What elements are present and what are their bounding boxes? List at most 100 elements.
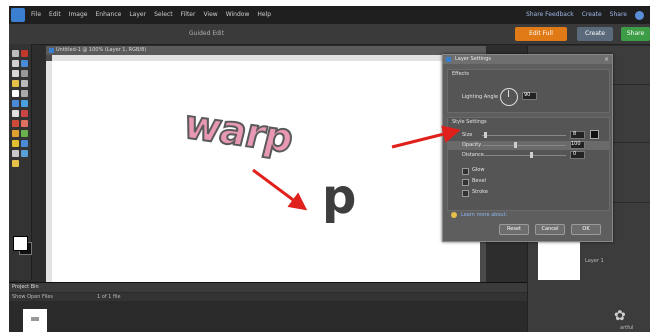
menu-bar: File Edit Image Enhance Layer Select Fil… [9,6,650,24]
zoom-tool-icon[interactable] [21,50,28,57]
lighting-section-label: Effects [452,71,469,77]
size-value: 8 [573,131,577,137]
selection-brush-tool-icon[interactable] [21,80,28,87]
footer-brand: artful [620,325,634,331]
style-settings-label: Style Settings [452,119,487,125]
app-logo-icon [11,8,25,22]
distance-slider-handle[interactable] [530,152,533,158]
menu-image[interactable]: Image [69,9,88,21]
size-slider-handle[interactable] [484,132,487,138]
hand-tool-icon[interactable] [12,60,19,67]
document-title: Untitled-1 @ 100% (Layer 1, RGB/8) [56,47,147,53]
learn-more-link[interactable]: Learn more about: [461,212,507,218]
pencil-tool-icon[interactable] [21,120,28,127]
size-label: Size [462,132,473,138]
menu-right-group: Share Feedback Create Share [526,9,644,21]
gradient-tool-icon[interactable] [21,130,28,137]
toolbox [9,44,32,280]
clone-stamp-tool-icon[interactable] [12,110,19,117]
blur-tool-icon[interactable] [21,140,28,147]
magic-wand-tool-icon[interactable] [12,80,19,87]
straighten-tool-icon[interactable] [12,160,19,167]
menu-enhance[interactable]: Enhance [95,9,121,21]
main-menu: File Edit Image Enhance Layer Select Fil… [31,9,271,21]
recompose-tool-icon[interactable] [21,150,28,157]
red-eye-tool-icon[interactable] [12,100,19,107]
foreground-color-swatch[interactable] [13,236,28,251]
thumbnail-preview [31,317,39,321]
eyedropper-tool-icon[interactable] [21,60,28,67]
project-bin-thumbnail[interactable] [23,309,47,332]
sponge-tool-icon[interactable] [12,150,19,157]
style-color-swatch[interactable] [590,130,599,139]
menu-view[interactable]: View [203,9,217,21]
lighting-angle-value: 90 [524,92,531,98]
cancel-button[interactable]: Cancel [535,224,565,235]
learn-more-bulb-icon [451,212,457,218]
lighting-section: Effects Lighting Angle 90 [447,69,610,113]
menu-window[interactable]: Window [226,9,250,21]
stroke-label: Stroke [472,189,488,195]
artful-logo-icon: ✿ [614,308,626,324]
bevel-checkbox[interactable] [462,179,469,186]
opacity-value: 100 [571,141,581,147]
type-tool-icon[interactable] [12,90,19,97]
share-tab[interactable]: Share [621,27,650,41]
distance-value: 0 [573,151,577,157]
stroke-checkbox[interactable] [462,190,469,197]
options-bar-text: Guided Edit [189,30,224,37]
options-bar: Guided Edit Edit Full Create Share [9,24,650,45]
lasso-tool-icon[interactable] [21,70,28,77]
show-open-files-dropdown[interactable]: Show Open Files [12,293,53,301]
layer-thumbnail[interactable] [538,242,580,280]
close-icon[interactable]: × [604,56,609,63]
document-tab[interactable]: Untitled-1 @ 100% (Layer 1, RGB/8) [46,46,486,55]
project-bin: Project Bin Show Open Files 1 of 1 file [9,282,527,332]
image-canvas[interactable]: warp p [52,61,480,282]
opacity-label: Opacity [462,142,482,148]
document-window: Untitled-1 @ 100% (Layer 1, RGB/8) warp … [46,46,486,282]
edit-full-tab[interactable]: Edit Full [515,27,567,41]
document-icon [49,48,54,53]
menu-file[interactable]: File [31,9,41,21]
warped-text-layer[interactable]: warp [178,101,298,163]
size-slider[interactable] [482,135,566,136]
menu-edit[interactable]: Edit [49,9,61,21]
style-settings-dialog: Layer Settings × Effects Lighting Angle … [442,54,613,242]
glow-checkbox[interactable] [462,168,469,175]
share-link[interactable]: Share [610,9,627,21]
photoshop-elements-window: File Edit Image Enhance Layer Select Fil… [9,6,650,332]
lighting-angle-dial[interactable] [500,88,518,106]
project-bin-count: 1 of 1 file [97,294,121,300]
eraser-tool-icon[interactable] [21,110,28,117]
menu-layer[interactable]: Layer [129,9,146,21]
help-icon[interactable] [635,10,644,20]
share-feedback-link[interactable]: Share Feedback [526,9,574,21]
spot-healing-tool-icon[interactable] [21,100,28,107]
dialog-title-bar[interactable]: Layer Settings × [443,55,612,64]
glow-label: Glow [472,167,485,173]
project-bin-header[interactable]: Project Bin [9,283,527,292]
distance-slider[interactable] [482,155,566,156]
layer-name[interactable]: Layer 1 [585,258,604,264]
distance-label: Distance [462,152,484,158]
project-bin-title: Project Bin [12,284,39,290]
crop-tool-icon[interactable] [21,90,28,97]
create-tab[interactable]: Create [577,27,613,41]
reset-button[interactable]: Reset [499,224,529,235]
menu-filter[interactable]: Filter [181,9,196,21]
menu-help[interactable]: Help [257,9,271,21]
opacity-slider-handle[interactable] [514,142,517,148]
style-settings-section: Style Settings Size 8 Opacity 100 Distan… [447,117,610,211]
ok-button[interactable]: OK [571,224,601,235]
opacity-slider[interactable] [482,145,566,146]
brush-tool-icon[interactable] [12,120,19,127]
move-tool-icon[interactable] [12,50,19,57]
shape-tool-icon[interactable] [12,140,19,147]
create-link[interactable]: Create [582,9,602,21]
paint-bucket-tool-icon[interactable] [12,130,19,137]
marquee-tool-icon[interactable] [12,70,19,77]
dialog-title: Layer Settings [455,56,492,62]
letter-p-layer[interactable]: p [322,169,356,225]
menu-select[interactable]: Select [154,9,173,21]
